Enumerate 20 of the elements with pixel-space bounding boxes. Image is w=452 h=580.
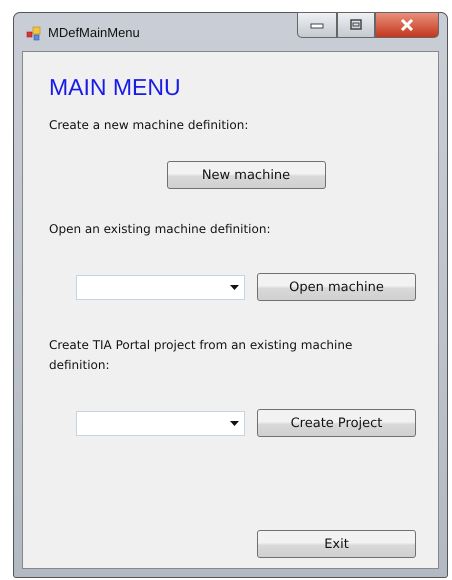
heading: MAIN MENU — [49, 74, 182, 101]
window-title: MDefMainMenu — [48, 25, 140, 40]
section-label: Open an existing machine definition: — [49, 221, 272, 238]
dropdown-field[interactable] — [76, 410, 245, 436]
app-icon — [26, 25, 42, 41]
close-icon — [399, 19, 415, 31]
new-machine-button[interactable]: New machine — [166, 161, 326, 189]
dropdown-arrow-icon — [230, 420, 239, 426]
dropdown-arrow-icon — [230, 284, 239, 290]
minimize-icon — [310, 21, 324, 29]
exit-button[interactable]: Exit — [257, 530, 416, 558]
maximize-button[interactable] — [337, 12, 375, 38]
action-button[interactable]: Open machine — [257, 273, 416, 301]
minimize-button[interactable] — [297, 12, 337, 38]
section-label: Create TIA Portal project from an existing machine definition: — [49, 337, 354, 374]
action-button[interactable]: Create Project — [257, 409, 416, 437]
dropdown-field[interactable] — [76, 274, 245, 300]
close-button[interactable] — [375, 12, 439, 38]
section-label: Create a new machine definition: — [49, 117, 250, 134]
maximize-icon — [349, 19, 363, 31]
